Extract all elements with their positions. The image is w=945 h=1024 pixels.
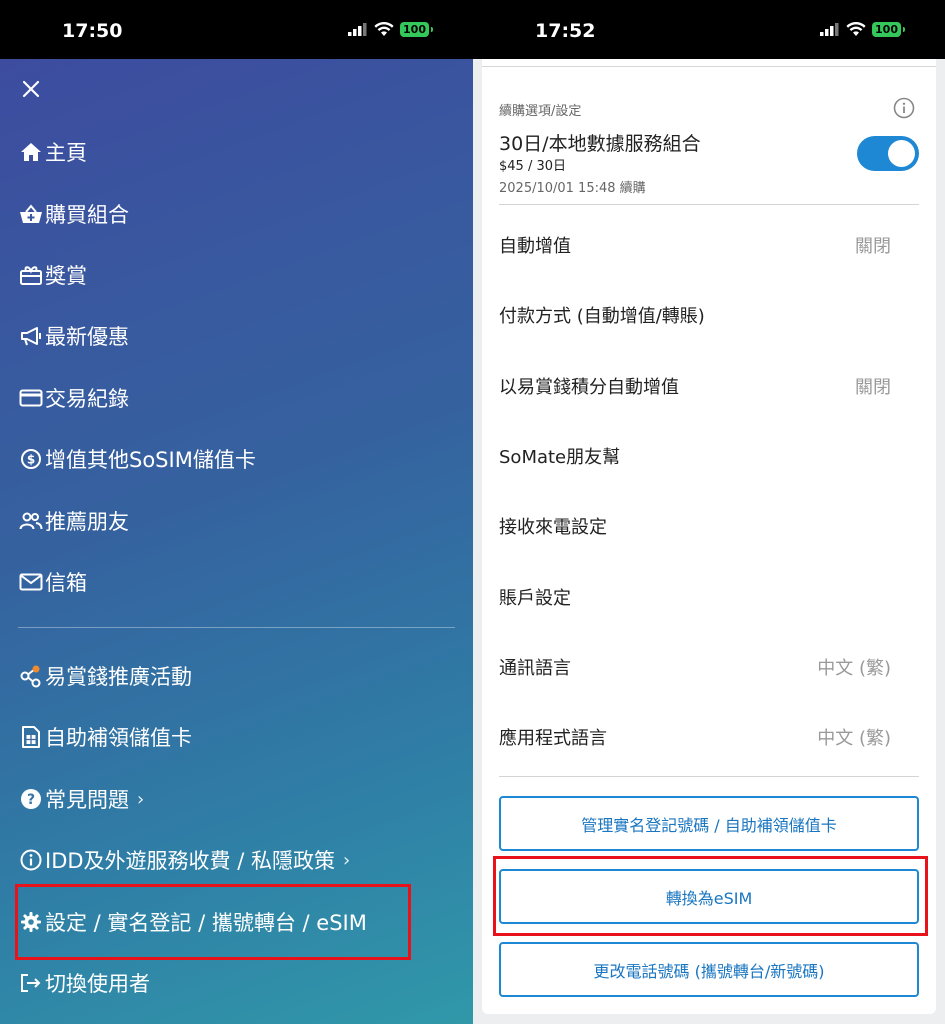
setting-label: SoMate朋友幫	[499, 447, 621, 468]
setting-row-somate[interactable]: SoMate朋友幫	[499, 436, 891, 476]
chevron-right-icon: ›	[342, 849, 351, 871]
setting-label: 以易賞錢積分自動增值	[499, 377, 679, 398]
card-icon	[18, 385, 44, 411]
switch-user-icon	[18, 970, 44, 996]
menu-item-label: 自助補領儲值卡	[45, 726, 192, 750]
setting-label: 通訊語言	[499, 658, 571, 679]
wifi-icon	[846, 22, 866, 36]
setting-row-payment-method[interactable]: 付款方式 (自動增值/轉賬)	[499, 295, 891, 335]
status-icons: 100	[820, 22, 905, 37]
menu-item-label: 購買組合	[45, 203, 129, 227]
renewal-section-label: 續購選項/設定	[499, 104, 582, 119]
plan-price: $45 / 30日	[499, 159, 566, 174]
left-screen: 17:50 100 主頁 購買組合 獎賞 最新優惠 交易紀錄 $ 增值其他SoS…	[0, 0, 473, 1024]
manage-registration-button[interactable]: 管理實名登記號碼 / 自助補領儲值卡	[499, 796, 919, 851]
home-icon	[18, 139, 44, 165]
setting-label: 自動增值	[499, 236, 571, 257]
plan-renewal-date: 2025/10/01 15:48 續購	[499, 181, 646, 196]
plan-title: 30日/本地數據服務組合	[499, 133, 701, 155]
highlight-box	[493, 856, 928, 936]
signal-icon	[348, 23, 367, 36]
menu-item-label: 常見問題	[45, 788, 129, 812]
menu-item-label: IDD及外遊服務收費 / 私隱政策	[45, 849, 335, 873]
battery-indicator: 100	[400, 22, 433, 37]
menu-item-home[interactable]: 主頁	[18, 132, 87, 172]
menu-item-offers[interactable]: 最新優惠	[18, 316, 129, 356]
basket-icon	[18, 201, 44, 227]
setting-row-points-topup[interactable]: 以易賞錢積分自動增值 關閉	[499, 366, 891, 406]
status-time: 17:52	[535, 20, 596, 42]
status-icons: 100	[348, 22, 433, 37]
toggle-knob	[888, 140, 915, 167]
people-icon	[18, 508, 44, 534]
setting-value: 關閉	[855, 377, 891, 398]
info-icon	[18, 847, 44, 873]
share-icon	[18, 663, 44, 689]
help-icon: ?	[18, 786, 44, 812]
setting-value: 中文 (繁)	[817, 658, 891, 679]
menu-divider	[18, 627, 455, 628]
menu-item-label: 信箱	[45, 571, 87, 595]
menu-item-yuu-promo[interactable]: 易賞錢推廣活動	[18, 656, 192, 696]
status-bar: 17:50 100	[0, 0, 473, 59]
setting-label: 應用程式語言	[499, 728, 607, 749]
menu-item-label: 推薦朋友	[45, 510, 129, 534]
menu-item-label: 交易紀錄	[45, 387, 129, 411]
menu-item-switch-user[interactable]: 切換使用者	[18, 963, 150, 1003]
section-divider	[499, 776, 919, 777]
coin-icon: $	[18, 446, 44, 472]
setting-row-account[interactable]: 賬戶設定	[499, 577, 891, 617]
sim-icon	[18, 724, 44, 750]
section-divider	[499, 204, 919, 205]
menu-item-label: 增值其他SoSIM儲值卡	[45, 448, 256, 472]
menu-item-refer-friends[interactable]: 推薦朋友	[18, 501, 129, 541]
menu-item-label: 主頁	[45, 141, 87, 165]
setting-label: 接收來電設定	[499, 517, 607, 538]
menu-item-transactions[interactable]: 交易紀錄	[18, 378, 129, 418]
svg-text:?: ?	[27, 792, 35, 808]
setting-value: 關閉	[855, 236, 891, 257]
battery-indicator: 100	[872, 22, 905, 37]
setting-row-app-language[interactable]: 應用程式語言 中文 (繁)	[499, 717, 891, 757]
svg-text:$: $	[27, 453, 35, 467]
mail-icon	[18, 569, 44, 595]
menu-item-idd-privacy[interactable]: IDD及外遊服務收費 / 私隱政策 ›	[18, 840, 350, 880]
menu-item-label: 最新優惠	[45, 325, 129, 349]
menu-item-label: 切換使用者	[45, 972, 150, 996]
right-screen: 17:52 100 續購選項/設定 30日/本地數據服務組合 $45 / 30日…	[473, 0, 945, 1024]
signal-icon	[820, 23, 839, 36]
gift-icon	[18, 262, 44, 288]
info-icon[interactable]	[893, 97, 915, 119]
megaphone-icon	[18, 323, 44, 349]
menu-item-inbox[interactable]: 信箱	[18, 562, 87, 602]
menu-item-faq[interactable]: ? 常見問題 ›	[18, 779, 144, 819]
setting-row-auto-topup[interactable]: 自動增值 關閉	[499, 225, 891, 265]
menu-item-rewards[interactable]: 獎賞	[18, 255, 87, 295]
setting-label: 付款方式 (自動增值/轉賬)	[499, 306, 705, 327]
chevron-right-icon: ›	[137, 788, 145, 810]
wifi-icon	[374, 22, 394, 36]
setting-label: 賬戶設定	[499, 588, 571, 609]
card-divider	[482, 66, 936, 67]
close-icon[interactable]	[20, 78, 44, 102]
highlight-box	[15, 884, 411, 960]
setting-row-incoming-call[interactable]: 接收來電設定	[499, 506, 891, 546]
status-bar: 17:52 100	[473, 0, 945, 59]
setting-value: 中文 (繁)	[817, 728, 891, 749]
menu-item-label: 易賞錢推廣活動	[45, 665, 192, 689]
auto-renew-toggle[interactable]	[857, 136, 919, 171]
menu-item-topup-other[interactable]: $ 增值其他SoSIM儲值卡	[18, 439, 256, 479]
menu-item-label: 獎賞	[45, 264, 87, 288]
menu-item-sim-replacement[interactable]: 自助補領儲值卡	[18, 717, 192, 757]
setting-row-comm-language[interactable]: 通訊語言 中文 (繁)	[499, 647, 891, 687]
status-time: 17:50	[62, 20, 123, 42]
menu-item-buy-plan[interactable]: 購買組合	[18, 194, 129, 234]
change-number-button[interactable]: 更改電話號碼 (攜號轉台/新號碼)	[499, 942, 919, 997]
